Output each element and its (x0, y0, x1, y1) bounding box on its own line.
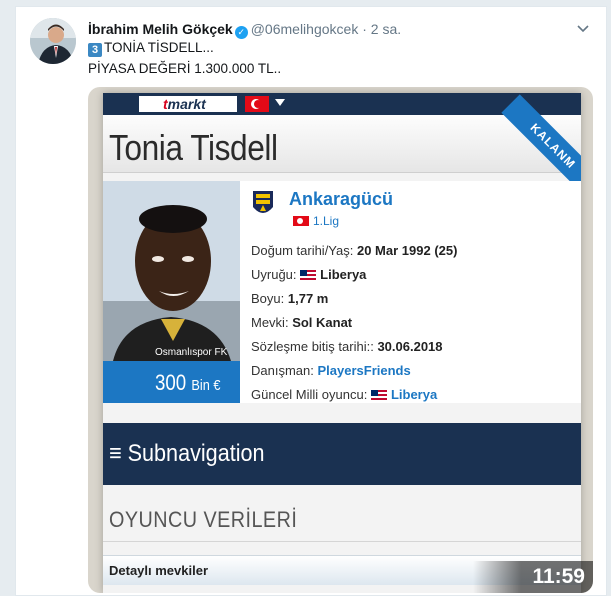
turkey-flag-icon (293, 216, 309, 226)
verified-badge-icon: ✓ (234, 26, 248, 39)
site-logo: tmarkt (139, 96, 237, 112)
video-frame: tmarkt Tonia Tisdell KALANM Osmanlıspor … (103, 93, 581, 593)
tweet-header: İbrahim Melih Gökçek ✓ @06melihgokcek · 2 … (88, 21, 401, 39)
tweet-text-line-1: 3 TONİA TİSDELL... (88, 40, 214, 57)
fact-row: Doğum tarihi/Yaş: 20 Mar 1992 (25) (251, 243, 458, 258)
market-value-unit: Bin € (191, 377, 221, 394)
hamburger-menu-icon: ≡ (109, 440, 122, 467)
market-value: 300 (155, 370, 187, 395)
player-infobox: Osmanlıspor FK 300 Bin € Ankaragücü 1.Li… (103, 181, 581, 403)
section-heading: OYUNCU VERİLERİ (109, 507, 298, 532)
fact-row: Mevki: Sol Kanat (251, 315, 353, 330)
club-crest-icon (253, 191, 273, 213)
player-name: Tonia Tisdell (109, 127, 278, 168)
tweet-timestamp[interactable]: 2 sa. (371, 21, 401, 37)
subnav-label: Subnavigation (127, 440, 265, 467)
fact-row: Sözleşme bitiş tarihi:: 30.06.2018 (251, 339, 443, 354)
photo-caption: Osmanlıspor FK (155, 347, 228, 358)
divider (103, 541, 581, 542)
avatar-photo (30, 18, 76, 64)
subnavigation-bar: ≡ Subnavigation (103, 423, 581, 485)
fact-row: Boyu: 1,77 m (251, 291, 329, 306)
tweet-text-line-2: PİYASA DEĞERİ 1.300.000 TL.. (88, 61, 282, 76)
tweet-card[interactable]: İbrahim Melih Gökçek ✓ @06melihgokcek · 2 … (15, 6, 607, 596)
timeline: İbrahim Melih Gökçek ✓ @06melihgokcek · 2 … (0, 0, 611, 596)
keycap-three-icon: 3 (88, 43, 102, 57)
turkey-flag-icon (245, 96, 269, 112)
video-duration: 11:59 (473, 561, 593, 593)
player-facts: Doğum tarihi/Yaş: 20 Mar 1992 (25) Uyruğ… (251, 239, 457, 407)
club-name: Ankaragücü (289, 189, 394, 209)
dropdown-triangle-icon (275, 99, 285, 106)
author-handle[interactable]: @06melihgokcek (251, 21, 359, 37)
chevron-down-icon[interactable] (576, 21, 590, 35)
video-player[interactable]: tmarkt Tonia Tisdell KALANM Osmanlıspor … (88, 87, 593, 593)
separator-dot: · (362, 21, 367, 37)
fact-row: Danışman: PlayersFriends (251, 363, 411, 378)
market-value-box: 300 Bin € (103, 361, 240, 403)
player-photo: Osmanlıspor FK (103, 181, 240, 361)
fact-row: Uyruğu: Liberya (251, 267, 367, 282)
player-header: Tonia Tisdell KALANM (103, 94, 581, 198)
fact-row: Güncel Milli oyuncu: Liberya (251, 387, 438, 402)
liberia-flag-icon (300, 270, 317, 280)
player-portrait (103, 181, 240, 361)
avatar[interactable] (30, 18, 76, 64)
league-label: 1.Lig (293, 214, 339, 228)
tweet-text-player: TONİA TİSDELL... (104, 40, 214, 55)
liberia-flag-icon (370, 390, 387, 400)
author-name[interactable]: İbrahim Melih Gökçek (88, 21, 233, 37)
